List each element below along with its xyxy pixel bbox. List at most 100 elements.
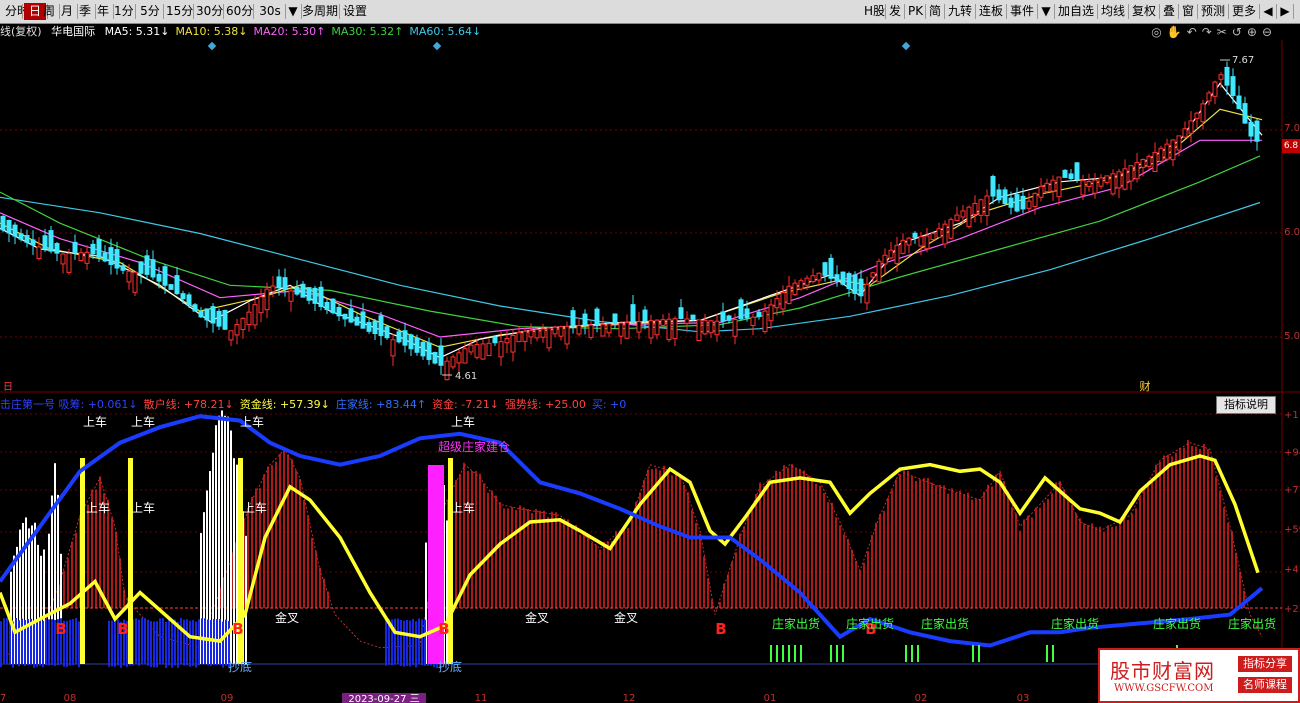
retail-line-bar [567,519,569,608]
candle-body [552,326,558,335]
date-axis-label: 08 [64,693,77,703]
retail-line-bar [1199,449,1201,608]
retail-line-bar [639,492,641,608]
distribution-tick [911,645,913,662]
candle-body [114,249,120,269]
candle-body [468,344,474,353]
retail-line-bar [819,485,821,608]
left-period-marker: 日 [3,382,13,393]
retail-line-bar [1215,476,1217,608]
candle-body [138,261,144,274]
retail-line-bar [119,558,121,608]
retail-line-bar [767,479,769,608]
candle-body [216,310,222,327]
golden-cross-label: 金叉 [614,610,638,625]
chip-bar [400,619,402,666]
retail-line-bar [563,519,565,608]
signal-bar [128,458,133,664]
chip-bar [204,618,206,665]
retail-line-bar [783,465,785,608]
retail-line-bar [915,480,917,608]
retail-line-bar [943,485,945,608]
candle-body [1194,112,1200,119]
price-axis-label: 7.0 [1284,123,1300,134]
candle-body [1056,176,1062,198]
candle-body [1254,120,1260,142]
candle-body [432,352,438,364]
chip-bar [78,621,80,668]
candle-body [498,341,504,358]
distribution-tick [1052,645,1054,662]
candle-body [60,253,66,265]
indicator-help-button[interactable]: 指标说明 [1216,396,1276,414]
bottom-fishing-label: 抄底 [228,659,252,674]
retail-line-bar [503,508,505,608]
retail-line-bar [1187,440,1189,608]
candle-body [1158,147,1164,162]
retail-line-bar [887,497,889,608]
candle-body [24,235,30,243]
retail-line-bar [891,490,893,608]
retail-line-bar [991,486,993,608]
retail-line-bar [539,510,541,608]
retail-line-bar [63,570,65,608]
candle-body [126,270,132,283]
chip-bar [150,621,152,668]
retail-line-bar [1135,508,1137,608]
candle-body [900,239,906,254]
candle-body [594,308,600,326]
retail-line-bar [579,534,581,608]
chip-bar [222,621,224,668]
board-signal-label: 上车 [451,500,475,515]
candle-body [1176,135,1182,151]
retail-line-bar [1143,486,1145,608]
chip-bar [183,619,185,666]
retail-line-bar [839,525,841,608]
retail-line-bar [975,499,977,608]
candle-body [1008,197,1014,208]
chip-bar [156,621,158,668]
retail-line-bar [547,516,549,608]
chip-bar [406,620,408,667]
retail-line-bar [1043,502,1045,608]
candle-body [378,315,384,337]
candle-body [1038,185,1044,198]
candle-body [696,319,702,342]
candle-body [714,320,720,336]
chip-bar [3,618,5,665]
candle-body [630,304,636,323]
kline-chart[interactable]: 7.674.61日财+11+94+77+59+41+23上车上车上车上车上车上车… [0,0,1300,703]
candle-body [546,327,552,349]
candle-body [330,298,336,314]
chip-bar [108,620,110,667]
retail-line-bar [279,453,281,608]
candle-body [12,224,18,237]
candle-body [738,299,744,320]
candle-body [234,324,240,336]
price-axis-label: 5.0 [1284,331,1300,342]
retail-line-bar [267,466,269,608]
distribution-tick [917,645,919,662]
candle-body [954,214,960,222]
retail-line-bar [707,578,709,608]
retail-line-bar [683,484,685,608]
watermark-logo: 股市财富网 WWW.GSCFW.COM 指标分享 名师课程 [1098,648,1300,703]
candle-body [210,306,216,324]
candle-body [1164,143,1170,160]
retail-line-bar [299,479,301,608]
candle-body [228,330,234,341]
date-axis-label: 09 [221,693,234,703]
event-diamond-icon [432,41,442,51]
retail-line-bar [691,509,693,608]
distribution-tick [1046,645,1048,662]
retail-line-bar [867,551,869,608]
retail-line-bar [759,482,761,608]
candle-body [732,319,738,337]
candle-body [978,199,984,216]
buy-signal-label: B [117,620,128,638]
retail-line-bar [1163,455,1165,608]
candle-body [834,274,840,282]
retail-line-bar [1079,518,1081,608]
distribution-tick [836,645,838,662]
candle-body [804,277,810,286]
